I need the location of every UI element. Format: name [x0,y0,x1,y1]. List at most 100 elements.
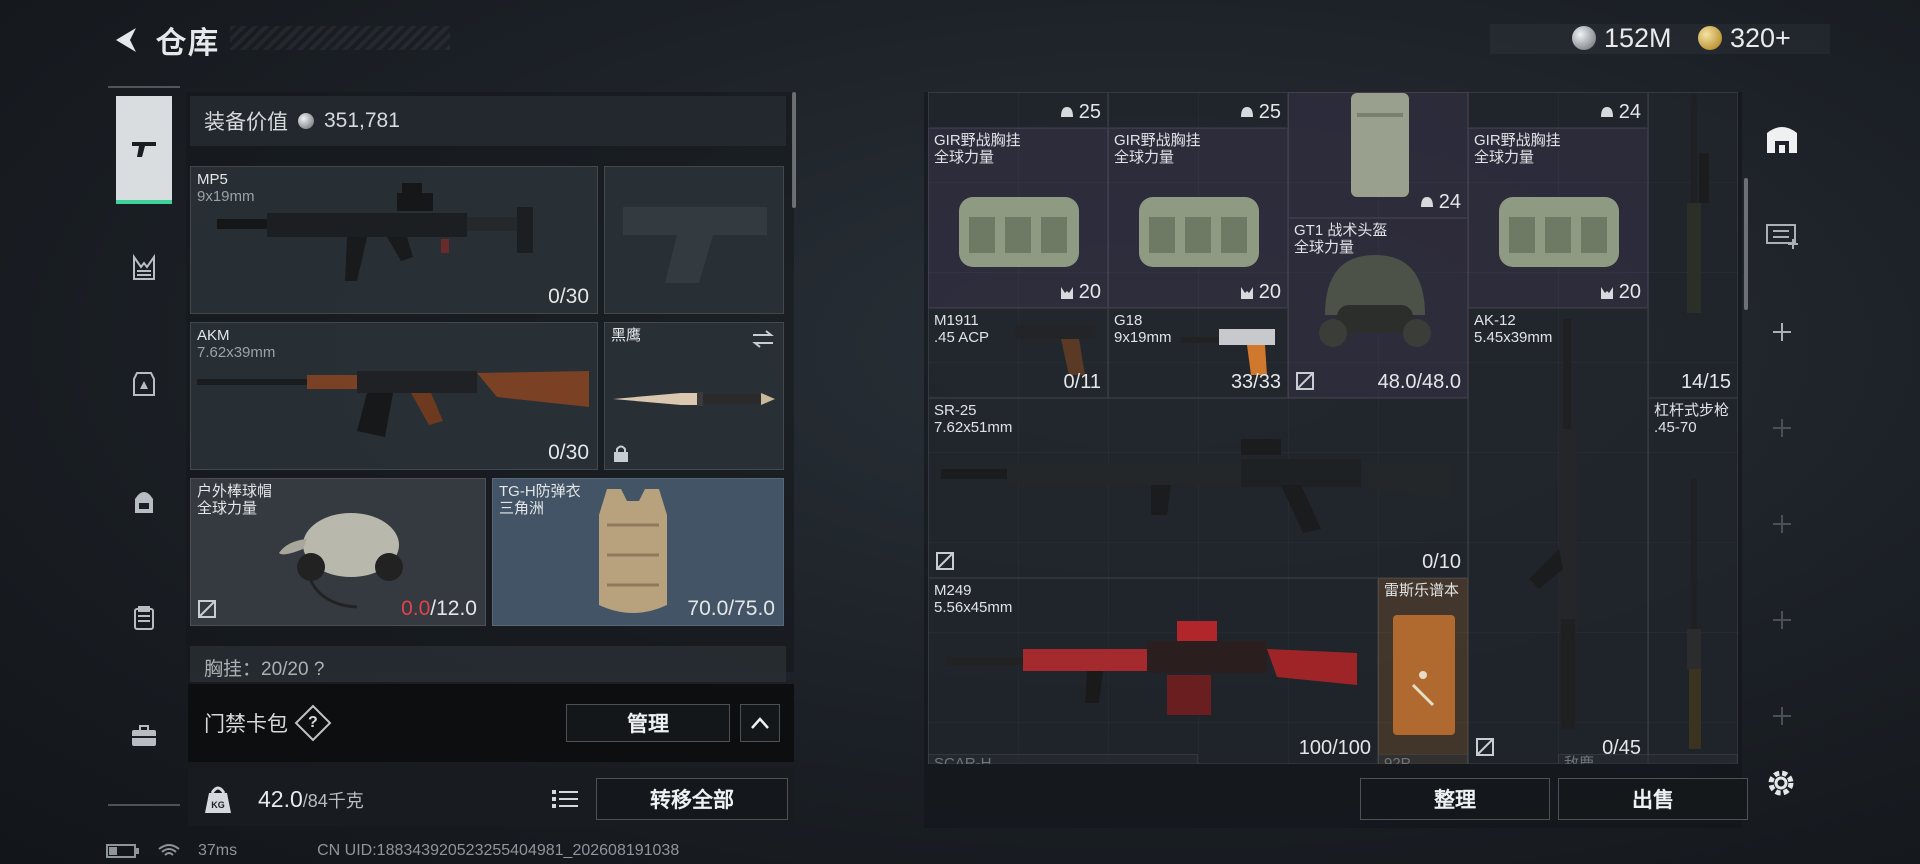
nav-safebox[interactable] [116,708,172,764]
item-count: 24 [1419,191,1461,214]
no-repair-icon [1476,738,1494,756]
item-name: GIR野战胸挂 [1474,132,1561,149]
add-tab-button[interactable] [1760,502,1804,546]
battery-icon [106,844,139,858]
item-count: 20 [1059,281,1101,304]
baseball-cap-icon [279,513,403,609]
equipment-scrollbar[interactable] [792,92,796,208]
nav-weapons[interactable] [116,96,172,204]
nav-backpack[interactable] [116,474,172,530]
expand-button[interactable] [740,704,780,742]
item-count-value: 0/10 [1422,551,1461,573]
warehouse-item[interactable]: 杠杆式步枪 .45-70 [1648,398,1738,764]
gear-icon [1768,770,1794,796]
currency-gold[interactable]: 320+ [1698,18,1791,58]
warehouse-item[interactable]: 14/15 [1648,92,1738,398]
item-faction: 全球力量 [1114,149,1175,166]
ak12-icon [1529,319,1577,729]
nav-chest-rig[interactable] [116,240,172,296]
pistol-icon [1015,325,1095,375]
item-name: SR-25 [934,402,977,419]
warehouse-item[interactable]: M1911.45 ACP 0/11 [928,308,1108,398]
title-decoration [230,26,450,50]
warehouse-item[interactable]: AK-12 5.45x39mm 0/45 [1468,308,1648,764]
armor-slot[interactable]: TG-H防弹衣 三角洲 70.0/75.0 [492,478,784,626]
warehouse-item[interactable]: SR-25 7.62x51mm 0/10 [928,398,1468,578]
slot-name: 黑鹰 [611,327,642,344]
item-caliber: .45-70 [1654,419,1697,436]
item-name: 杠杆式步枪 [1654,402,1730,419]
warehouse-item[interactable]: 25 [1108,92,1288,128]
durability-current: 0.0 [401,597,431,620]
currency-silver[interactable]: 152M [1572,18,1672,58]
warehouse-item[interactable]: GIR野战胸挂 全球力量 20 [928,128,1108,308]
add-tab-button[interactable] [1760,598,1804,642]
silver-coin-icon [298,113,314,129]
wifi-icon [158,844,180,856]
pistol-slot-empty[interactable] [604,166,784,314]
warehouse-item[interactable]: 25 [928,92,1108,128]
helmet-small-icon [1240,106,1253,117]
item-count-value: 24 [1618,101,1641,123]
chest-rig-small-icon [1600,286,1613,299]
sort-button[interactable]: 整理 [1360,778,1550,820]
back-arrow-icon[interactable] [108,23,142,57]
manage-button[interactable]: 管理 [566,704,730,742]
slot-faction: 全球力量 [197,500,258,517]
warehouse-item[interactable]: M249 5.56x45mm 100/100 [928,578,1378,764]
helmet-slot[interactable]: 户外棒球帽 全球力量 0.0/12.0 [190,478,486,626]
item-caliber: 9x19mm [1114,329,1172,346]
item-label: 杠杆式步枪 .45-70 [1654,402,1729,436]
item-count: 14/15 [1681,371,1731,394]
help-icon-glyph: ? [308,714,318,731]
plus-icon [1773,323,1791,341]
weight-kg-icon: KG [196,776,240,820]
item-label: M249 5.56x45mm [934,582,1012,616]
warehouse-item[interactable]: 雷斯乐谱本 [1378,578,1468,764]
list-button[interactable] [548,784,582,814]
silver-coin-icon [1572,26,1596,50]
warehouse-item[interactable]: GIR野战胸挂 全球力量 20 [1108,128,1288,308]
warehouse-tab-all[interactable] [1760,116,1804,160]
currency-silver-amount: 152M [1604,22,1672,53]
transfer-all-button[interactable]: 转移全部 [596,778,788,820]
sell-button[interactable]: 出售 [1558,778,1748,820]
warehouse-item[interactable]: 24 [1288,92,1468,218]
warehouse-item-peek[interactable]: 92P [1378,754,1468,764]
chest-rig-peek-row[interactable]: 胸挂：20/20 ? [190,646,786,682]
no-repair-icon [936,552,954,570]
item-count: 24 [1599,101,1641,124]
primary-weapon-slot-2[interactable]: AKM 7.62x39mm 0/30 [190,322,598,470]
warehouse-item[interactable]: G18 9x19mm 33/33 [1108,308,1288,398]
settings-button[interactable] [1758,760,1804,806]
melee-slot[interactable]: 黑鹰 [604,322,784,470]
help-icon[interactable]: ? [294,704,332,742]
warehouse-item-peek[interactable]: SCAR-H [928,754,1198,764]
warehouse-item[interactable]: GIR野战胸挂 全球力量 20 [1468,128,1648,308]
slot-name: 户外棒球帽 [197,483,273,500]
nav-pouch[interactable] [116,590,172,646]
swap-icon[interactable] [751,329,775,349]
warehouse-item[interactable]: 24 [1468,92,1648,128]
warehouse-item[interactable]: GT1 战术头盔 全球力量 48.0/48.0 [1288,218,1468,398]
item-count-value: 14/15 [1680,371,1731,393]
add-tab-button[interactable] [1760,406,1804,450]
nav-backpack-armor[interactable] [116,356,172,412]
add-tab-button[interactable] [1760,310,1804,354]
pistol-silhouette-icon [623,207,767,283]
plus-icon [1773,707,1791,725]
weight-readout: 42.0/84千克 [258,786,364,813]
warehouse-tab-expand[interactable] [1760,212,1804,256]
warehouse-item-peek[interactable]: 敌鹿 [1558,754,1738,764]
slot-faction: 三角洲 [499,500,545,517]
primary-weapon-slot-1[interactable]: MP5 9x19mm 0/30 [190,166,598,314]
storage-expand-icon [1766,224,1798,249]
item-count-value: 25 [1258,101,1281,123]
add-tab-button[interactable] [1760,694,1804,738]
item-count: 25 [1239,101,1281,124]
item-count-value: 24 [1438,191,1461,213]
equipment-value-header: 装备价值 351,781 [190,96,786,146]
left-nav [108,86,180,806]
warehouse-scrollbar[interactable] [1744,178,1748,310]
helmet-small-icon [1600,106,1613,117]
